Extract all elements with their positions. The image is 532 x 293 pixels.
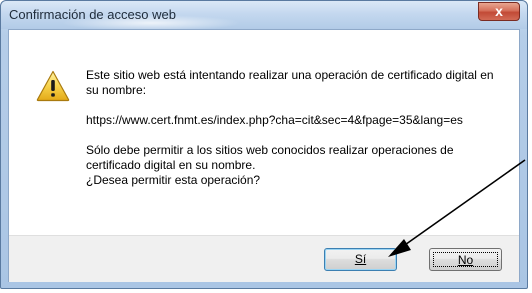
no-button-focus-ring: No [433, 252, 498, 267]
message-area: Este sitio web está intentando realizar … [9, 30, 519, 235]
no-button-label: No [457, 253, 474, 267]
no-button[interactable]: No [429, 248, 502, 271]
dialog-body: Este sitio web está intentando realizar … [8, 29, 520, 282]
close-icon: x [495, 3, 503, 19]
title-bar[interactable]: Confirmación de acceso web x [1, 1, 527, 31]
dialog-message: Este sitio web está intentando realizar … [86, 68, 506, 188]
dialog-window: Confirmación de acceso web x Este sitio … [0, 0, 528, 289]
requesting-url: https://www.cert.fnmt.es/index.php?cha=c… [86, 113, 463, 127]
message-warning: Sólo debe permitir a los sitios web cono… [86, 143, 506, 188]
yes-button[interactable]: Sí [324, 248, 397, 271]
screenshot: Confirmación de acceso web x Este sitio … [0, 0, 532, 293]
close-button[interactable]: x [478, 2, 520, 21]
warning-icon [36, 70, 70, 102]
confirmation-question: ¿Desea permitir esta operación? [86, 173, 261, 187]
message-intro: Este sitio web está intentando realizar … [86, 68, 494, 97]
window-title: Confirmación de acceso web [9, 7, 176, 22]
yes-button-label: Sí [354, 252, 367, 266]
button-bar: Sí No [9, 235, 519, 282]
message-warning-text: Sólo debe permitir a los sitios web cono… [86, 143, 454, 172]
